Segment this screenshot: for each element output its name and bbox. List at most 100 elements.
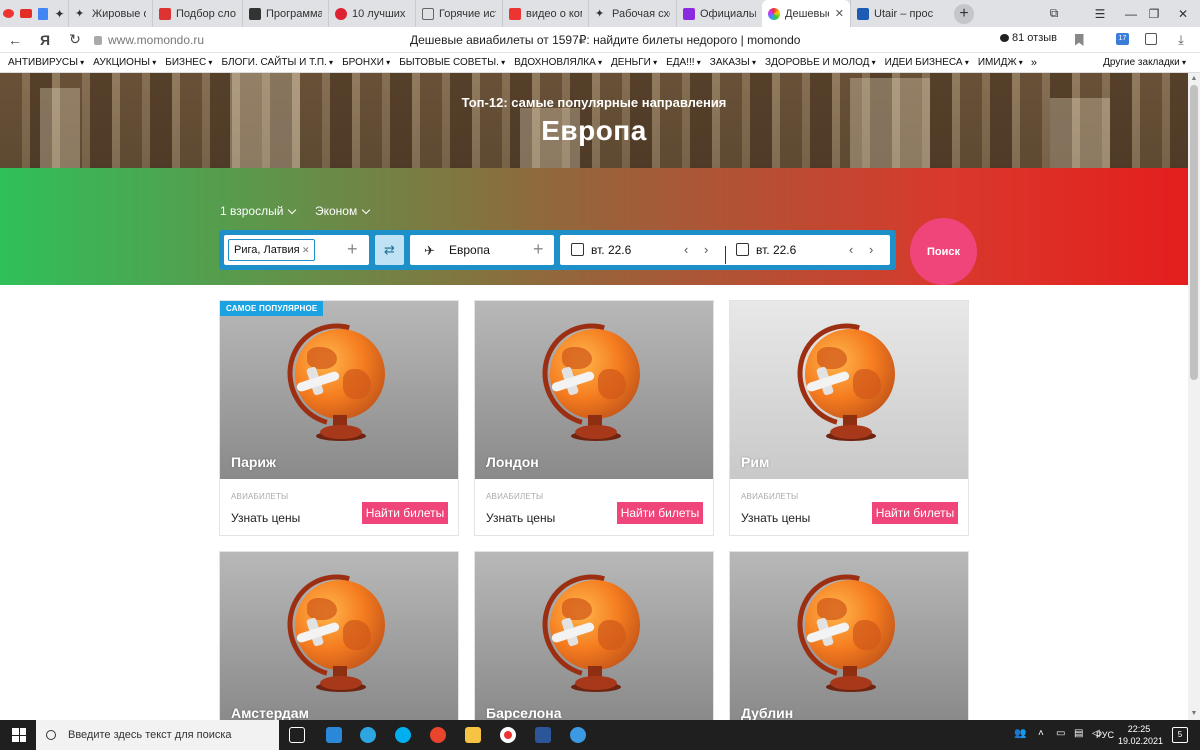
page-scrollbar[interactable]: ▲ ▼	[1188, 73, 1200, 720]
browser-tab[interactable]: ✦ Жировые от	[68, 0, 152, 27]
destination-field[interactable]: ✈ Европа +	[410, 235, 554, 265]
windows-start-icon[interactable]	[12, 728, 26, 742]
destination-card[interactable]: Дублин	[729, 551, 969, 721]
url-field[interactable]: www.momondo.ru	[94, 33, 204, 47]
bookmark-folder[interactable]: ИДЕИ БИЗНЕСА	[876, 57, 969, 68]
browser-tab[interactable]: Программа	[242, 0, 328, 27]
bookmark-folder[interactable]: ЗДОРОВЬЕ И МОЛОД	[756, 57, 876, 68]
find-tickets-button[interactable]: Найти билеты	[617, 502, 703, 524]
reviews-link[interactable]: 81 отзыв	[1000, 32, 1057, 44]
task-view-icon[interactable]	[289, 727, 305, 743]
scroll-up-icon[interactable]: ▲	[1188, 73, 1200, 85]
next-date-icon[interactable]: ›	[869, 242, 873, 257]
origin-chip[interactable]: Рига, Латвия ✕	[228, 239, 315, 261]
extension-icon[interactable]: 17	[1116, 33, 1130, 47]
language-indicator[interactable]: РУС	[1096, 730, 1114, 740]
add-destination-icon[interactable]: +	[533, 240, 544, 258]
date-divider	[725, 246, 726, 264]
pinned-tab[interactable]	[17, 0, 34, 27]
bookmark-folder[interactable]: АНТИВИРУСЫ	[0, 57, 84, 68]
swap-button[interactable]: ⇄	[375, 235, 404, 265]
remove-origin-icon[interactable]: ✕	[302, 240, 310, 260]
download-icon[interactable]: ⤓	[1174, 33, 1188, 47]
return-date[interactable]: вт. 22.6	[756, 243, 796, 257]
bookmark-folder[interactable]: ВДОХНОВЛЯЛКА	[505, 57, 602, 68]
tabs-overview-icon[interactable]: ⧉	[1031, 0, 1077, 27]
dates-field[interactable]: вт. 22.6 ‹ › вт. 22.6 ‹ ›	[560, 235, 890, 265]
folder-icon[interactable]	[465, 727, 481, 743]
prev-date-icon[interactable]: ‹	[849, 242, 853, 257]
yandex-logo-icon[interactable]: Я	[30, 27, 60, 53]
other-bookmarks[interactable]: Другие закладки	[1094, 57, 1186, 68]
extensions-icon[interactable]	[1145, 33, 1159, 47]
more-bookmarks-icon[interactable]: »	[1023, 57, 1037, 69]
tray-chevron-icon[interactable]: ˄	[1038, 728, 1044, 739]
browser-tab[interactable]: видео о ком	[502, 0, 588, 27]
search-button[interactable]: Поиск	[910, 218, 977, 285]
bookmark-folder[interactable]: БЛОГИ. САЙТЫ И Т.П.	[212, 57, 333, 68]
add-origin-icon[interactable]: +	[347, 240, 358, 258]
destination-card[interactable]: Лондон АВИАБИЛЕТЫ Узнать цены Найти биле…	[474, 300, 714, 536]
pinned-tab[interactable]	[34, 0, 51, 27]
find-tickets-button[interactable]: Найти билеты	[872, 502, 958, 524]
tab-label: Жировые от	[92, 7, 146, 20]
network-icon[interactable]: ▤	[1074, 728, 1083, 739]
destination-card[interactable]: Рим АВИАБИЛЕТЫ Узнать цены Найти билеты	[729, 300, 969, 536]
scroll-down-icon[interactable]: ▼	[1188, 708, 1200, 720]
back-arrow-icon[interactable]: ←	[0, 27, 30, 53]
find-tickets-button[interactable]: Найти билеты	[362, 502, 448, 524]
notification-center-icon[interactable]: 5	[1172, 727, 1188, 743]
bookmark-folder[interactable]: ЗАКАЗЫ	[701, 57, 756, 68]
tray-people-icon[interactable]: 👥	[1014, 728, 1026, 739]
app-icon[interactable]	[430, 727, 446, 743]
pinned-tab[interactable]: ✦	[51, 0, 68, 27]
word-icon[interactable]	[535, 727, 551, 743]
battery-icon[interactable]: ▭	[1056, 728, 1065, 739]
origin-field[interactable]: Рига, Латвия ✕ +	[224, 235, 369, 265]
card-learn-prices[interactable]: Узнать цены	[741, 511, 810, 525]
browser-tab[interactable]: 10 лучших п	[328, 0, 415, 27]
scrollbar-thumb[interactable]	[1190, 85, 1198, 380]
next-date-icon[interactable]: ›	[704, 242, 708, 257]
close-tab-icon[interactable]: ✕	[835, 7, 844, 20]
globe-base	[575, 676, 617, 690]
photos-icon[interactable]	[326, 727, 342, 743]
taskbar-search[interactable]: Введите здесь текст для поиска	[36, 720, 279, 750]
bookmark-icon[interactable]	[1072, 33, 1086, 47]
card-learn-prices[interactable]: Узнать цены	[486, 511, 555, 525]
browser-tab[interactable]: Официальн	[676, 0, 762, 27]
app-icon[interactable]	[570, 727, 586, 743]
bookmark-folder[interactable]: АУКЦИОНЫ	[84, 57, 156, 68]
card-city: Барселона	[486, 705, 562, 721]
destination-card[interactable]: Барселона	[474, 551, 714, 721]
refresh-icon[interactable]: ↻	[60, 27, 90, 53]
card-city: Дублин	[741, 705, 794, 721]
skype-icon[interactable]	[395, 727, 411, 743]
browser-tab-active[interactable]: Дешевые ✕	[762, 0, 850, 27]
destination-card[interactable]: Амстердам	[219, 551, 459, 721]
bookmark-folder[interactable]: БИЗНЕС	[156, 57, 212, 68]
telegram-icon[interactable]	[360, 727, 376, 743]
browser-tab[interactable]: Utair – прос	[850, 0, 946, 27]
bookmark-folder[interactable]: ИМИДЖ	[969, 57, 1023, 68]
browser-tab[interactable]: Горячие ист	[415, 0, 502, 27]
bookmark-folder[interactable]: БЫТОВЫЕ СОВЕТЫ.	[390, 57, 505, 68]
bookmark-folder[interactable]: БРОНХИ	[333, 57, 390, 68]
browser-tab[interactable]: Подбор сло	[152, 0, 242, 27]
prev-date-icon[interactable]: ‹	[684, 242, 688, 257]
depart-date[interactable]: вт. 22.6	[591, 243, 631, 257]
bookmark-folder[interactable]: ЕДА!!!	[657, 57, 701, 68]
bookmark-folder[interactable]: ДЕНЬГИ	[602, 57, 657, 68]
destination-card[interactable]: Париж САМОЕ ПОПУЛЯРНОЕ АВИАБИЛЕТЫ Узнать…	[219, 300, 459, 536]
passengers-select[interactable]: 1 взрослый	[220, 204, 297, 218]
plane-icon: ✈	[424, 243, 435, 258]
card-learn-prices[interactable]: Узнать цены	[231, 511, 300, 525]
clock[interactable]: 22:25 19.02.2021	[1118, 723, 1163, 747]
browser-tab[interactable]: ✦ Рабочая схе	[588, 0, 676, 27]
bookmarks-bar: АНТИВИРУСЫ АУКЦИОНЫ БИЗНЕС БЛОГИ. САЙТЫ …	[0, 53, 1200, 73]
cabin-select[interactable]: Эконом	[315, 204, 371, 218]
new-tab-button[interactable]: +	[954, 3, 974, 24]
close-window-icon[interactable]: ✕	[1160, 0, 1200, 27]
yandex-browser-icon[interactable]	[500, 727, 516, 743]
pinned-tab[interactable]	[0, 0, 17, 27]
